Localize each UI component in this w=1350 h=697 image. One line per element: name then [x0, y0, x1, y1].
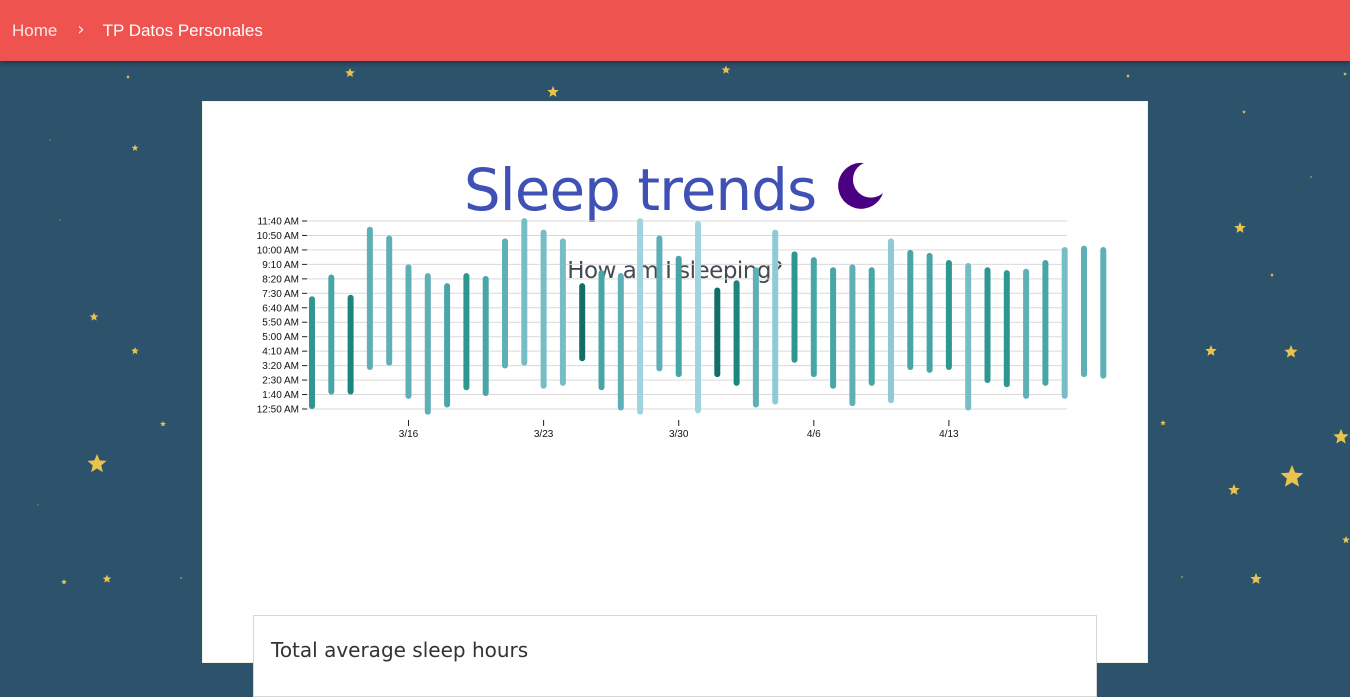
star-icon [1284, 345, 1298, 358]
sleep-bar[interactable] [1081, 245, 1087, 378]
sleep-bar[interactable] [1023, 268, 1030, 399]
y-tick-label: 8:20 AM [262, 274, 299, 285]
star-icon [1250, 573, 1262, 584]
sleep-bar[interactable] [1003, 270, 1010, 388]
star-icon [49, 139, 51, 141]
sleep-bar[interactable] [386, 235, 393, 366]
top-nav-bar: Home › TP Datos Personales [0, 0, 1350, 61]
sleep-bar[interactable] [656, 235, 663, 372]
sleep-bar[interactable] [424, 273, 431, 415]
star-icon [1228, 484, 1240, 495]
star-icon [126, 75, 130, 79]
star-icon [1270, 273, 1274, 277]
sleep-bar[interactable] [637, 218, 644, 415]
sleep-bar[interactable] [810, 257, 817, 378]
star-icon [1342, 536, 1350, 544]
star-icon [1280, 465, 1304, 487]
sleep-bar[interactable] [579, 283, 586, 362]
y-tick-label: 6:40 AM [262, 303, 299, 314]
star-icon [59, 219, 61, 221]
sleep-bar[interactable] [559, 238, 566, 386]
sleep-bar[interactable] [752, 267, 759, 408]
y-tick-label: 1:40 AM [262, 390, 299, 401]
star-icon [89, 312, 99, 321]
star-icon [1180, 575, 1184, 579]
sleep-bar[interactable] [521, 218, 528, 366]
sleep-bar[interactable] [482, 275, 489, 396]
star-icon [1242, 110, 1246, 114]
sleep-bar[interactable] [309, 296, 315, 409]
x-tick-label: 3/16 [399, 429, 419, 440]
sleep-bar[interactable] [405, 264, 412, 399]
sleep-bar[interactable] [926, 252, 933, 373]
sleep-bar[interactable] [888, 238, 894, 404]
y-tick-label: 10:50 AM [257, 231, 299, 242]
star-icon [1126, 74, 1130, 78]
breadcrumb-current-link[interactable]: TP Datos Personales [103, 21, 263, 41]
breadcrumb-home-link[interactable]: Home [12, 21, 57, 41]
sleep-bar[interactable] [675, 255, 682, 378]
star-icon [1234, 222, 1246, 233]
sleep-bar[interactable] [366, 226, 373, 370]
sleep-chart: 12:50 AM 1:40 AM 2:30 AM 3:20 AM 4:10 AM 5:00… [257, 217, 1107, 440]
y-tick-label: 4:10 AM [262, 347, 299, 358]
sleep-bar[interactable] [907, 249, 914, 370]
star-icon [160, 421, 166, 427]
sleep-bar[interactable] [444, 283, 451, 408]
star-icon [87, 454, 107, 473]
star-icon [345, 68, 355, 78]
chevron-right-icon: › [77, 19, 85, 40]
star-icon [721, 65, 731, 74]
y-tick-label: 5:00 AM [262, 332, 299, 343]
x-tick-label: 3/23 [534, 429, 554, 440]
star-icon [179, 576, 183, 580]
sleep-bar[interactable] [328, 274, 335, 395]
star-icon [102, 574, 112, 583]
sleep-bar[interactable] [502, 238, 508, 369]
average-sleep-label: Total average sleep hours [271, 638, 529, 662]
y-tick-label: 11:40 AM [257, 217, 299, 228]
sleep-bar[interactable] [347, 294, 354, 395]
sleep-bar[interactable] [463, 273, 470, 391]
star-icon [1205, 345, 1217, 356]
y-tick-label: 2:30 AM [262, 376, 299, 387]
sleep-bar[interactable] [1100, 247, 1107, 379]
sleep-bar[interactable] [733, 280, 740, 386]
sleep-bar[interactable] [714, 287, 721, 378]
sleep-bar[interactable] [984, 267, 991, 383]
x-tick-label: 3/30 [669, 429, 689, 440]
star-icon [37, 504, 39, 506]
sleep-bar[interactable] [1061, 247, 1068, 399]
sleep-bar[interactable] [617, 273, 624, 411]
y-tick-label: 7:30 AM [262, 289, 299, 300]
sleep-bar[interactable] [598, 270, 605, 391]
star-icon [1160, 420, 1166, 426]
y-tick-label: 9:10 AM [262, 260, 299, 271]
sleep-bar[interactable] [772, 229, 779, 405]
star-icon [1343, 72, 1347, 76]
star-icon [131, 144, 139, 151]
y-tick-label: 12:50 AM [257, 405, 299, 416]
sleep-bar[interactable] [791, 251, 798, 363]
star-icon [61, 579, 67, 585]
star-icon [547, 86, 559, 97]
star-icon [131, 347, 139, 355]
star-icon [1309, 175, 1313, 179]
x-tick-label: 4/13 [939, 429, 959, 440]
sleep-bar[interactable] [965, 262, 972, 411]
sleep-bar[interactable] [849, 264, 856, 407]
sleep-bar[interactable] [945, 260, 952, 370]
sleep-bar[interactable] [540, 229, 547, 389]
y-tick-label: 10:00 AM [257, 245, 299, 256]
content-card: Sleep trends How am I sleeping? 12:50 AM… [202, 101, 1148, 697]
y-tick-label: 3:20 AM [262, 361, 299, 372]
average-sleep-card: Total average sleep hours [253, 615, 1097, 697]
x-tick-label: 4/6 [807, 429, 821, 440]
star-icon [1333, 429, 1349, 444]
sleep-bar[interactable] [868, 267, 875, 386]
y-tick-label: 5:50 AM [262, 318, 299, 329]
sleep-bar[interactable] [1042, 260, 1049, 386]
sleep-bar[interactable] [695, 221, 701, 414]
sleep-bar[interactable] [830, 267, 837, 389]
